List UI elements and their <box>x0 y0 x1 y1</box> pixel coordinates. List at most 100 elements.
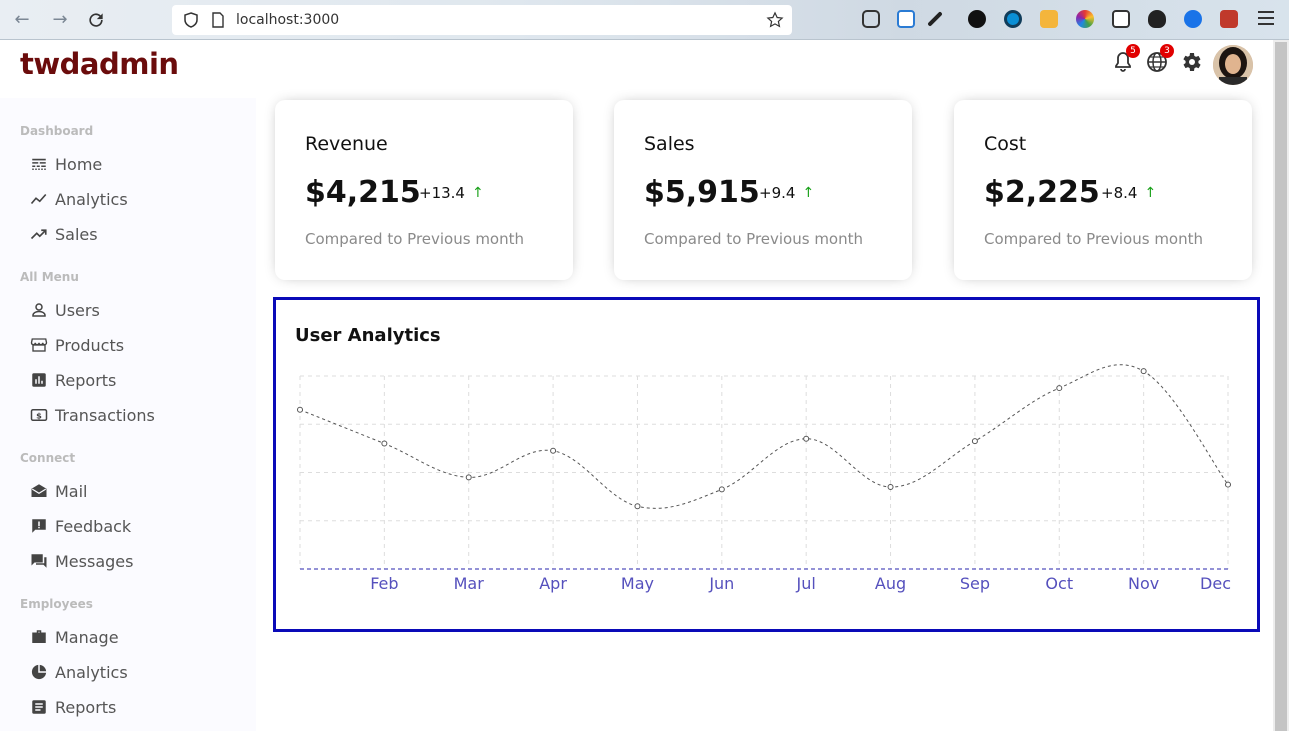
play-extension-icon[interactable] <box>1184 10 1202 28</box>
app-logo[interactable]: twdadmin <box>20 47 179 81</box>
cost-card: Cost $2,225 +8.4 ↑ Compared to Previous … <box>954 100 1252 280</box>
settings-button[interactable] <box>1179 50 1203 74</box>
report-icon <box>32 700 46 714</box>
sidebar-item-mail[interactable]: Mail <box>30 478 88 504</box>
sidebar-section-dashboard: Dashboard <box>20 124 94 138</box>
data-point <box>634 503 641 510</box>
gnome-icon[interactable] <box>1148 10 1166 28</box>
language-button[interactable]: 3 <box>1145 44 1174 74</box>
sidebar-item-products[interactable]: Products <box>30 332 124 358</box>
x-tick-label: May <box>621 574 654 593</box>
red-extension-icon[interactable] <box>1220 10 1238 28</box>
data-point <box>1140 368 1147 375</box>
feedback-icon <box>32 519 46 533</box>
pie-chart-icon <box>31 664 47 680</box>
sidebar-section-employees: Employees <box>20 597 93 611</box>
wrench-icon[interactable] <box>927 11 943 27</box>
sidebar-item-users[interactable]: Users <box>30 297 100 323</box>
series-line <box>299 364 1229 509</box>
page-scrollbar[interactable] <box>1273 40 1289 731</box>
card-rate: +9.4 ↑ <box>759 184 814 202</box>
line-style-icon <box>32 158 46 170</box>
arrow-up-icon: ↑ <box>1144 185 1157 201</box>
notes-icon[interactable] <box>1112 10 1130 28</box>
sidebar-item-employee-reports[interactable]: Reports <box>30 694 116 720</box>
sidebar-item-label: Messages <box>55 551 134 571</box>
x-tick-label: Feb <box>370 574 398 593</box>
scrollbar-thumb[interactable] <box>1275 42 1287 731</box>
sidebar-item-messages[interactable]: Messages <box>30 548 133 574</box>
trending-up-icon <box>30 229 47 240</box>
card-amount: $2,225 <box>984 175 1100 210</box>
sidebar-item-label: Users <box>55 300 100 320</box>
card-rate-value: +8.4 <box>1101 184 1138 202</box>
svg-text:$: $ <box>36 410 42 420</box>
download-icon[interactable] <box>897 10 915 28</box>
sidebar-item-label: Feedback <box>55 516 132 536</box>
reload-icon[interactable] <box>86 10 106 30</box>
revenue-card: Revenue $4,215 +13.4 ↑ Compared to Previ… <box>275 100 573 280</box>
globe-extension-icon[interactable] <box>1004 10 1022 28</box>
timeline-icon <box>30 193 47 205</box>
sidebar-item-reports[interactable]: Reports <box>30 367 116 393</box>
avatar-image <box>1213 45 1253 85</box>
sidebar-item-employee-analytics[interactable]: Analytics <box>30 659 128 685</box>
x-tick-label: Jul <box>796 574 816 593</box>
pocket-icon[interactable] <box>862 10 880 28</box>
monitor-extension-icon[interactable] <box>1040 10 1058 28</box>
color-wheel-icon[interactable] <box>1076 10 1094 28</box>
browser-toolbar: ← → localhost:3000 <box>0 0 1289 40</box>
sidebar-item-label: Analytics <box>55 662 128 682</box>
arrow-up-icon: ↑ <box>802 185 815 201</box>
page-icon <box>212 12 224 28</box>
card-amount: $4,215 <box>305 175 421 210</box>
forward-arrow-icon[interactable]: → <box>50 10 70 30</box>
card-title: Cost <box>984 133 1027 155</box>
hamburger-menu-icon[interactable] <box>1258 11 1274 25</box>
card-title: Revenue <box>305 133 388 155</box>
card-rate-value: +13.4 <box>419 184 465 202</box>
notification-badge: 5 <box>1126 44 1140 58</box>
bookmark-star-icon[interactable] <box>766 11 784 29</box>
card-title: Sales <box>644 133 695 155</box>
work-icon <box>32 630 46 643</box>
sidebar-item-label: Transactions <box>55 405 155 425</box>
back-arrow-icon[interactable]: ← <box>12 10 32 30</box>
card-subtitle: Compared to Previous month <box>644 230 864 248</box>
data-point <box>718 486 725 493</box>
data-point <box>1056 385 1063 392</box>
notifications-button[interactable]: 5 <box>1111 44 1140 74</box>
data-point <box>465 474 472 481</box>
storefront-icon <box>30 338 48 352</box>
sidebar-item-manage[interactable]: Manage <box>30 624 119 650</box>
sidebar-section-all-menu: All Menu <box>20 270 79 284</box>
sidebar-item-home[interactable]: Home <box>30 151 102 177</box>
sidebar-item-label: Reports <box>55 370 117 390</box>
x-tick-label: Dec <box>1200 574 1231 593</box>
data-point <box>803 435 810 442</box>
mail-icon <box>31 484 47 497</box>
sales-card: Sales $5,915 +9.4 ↑ Compared to Previous… <box>614 100 912 280</box>
data-point <box>550 447 557 454</box>
line-chart: Feb Mar Apr May Jun Jul Aug Sep Oct Nov Dec <box>297 364 1231 593</box>
twd-extension-icon[interactable] <box>968 10 986 28</box>
sidebar-item-analytics[interactable]: Analytics <box>30 186 128 212</box>
address-bar[interactable]: localhost:3000 <box>172 5 792 35</box>
shield-icon <box>184 12 198 28</box>
card-subtitle: Compared to Previous month <box>984 230 1204 248</box>
x-tick-label: Aug <box>875 574 906 593</box>
bar-chart-icon <box>32 373 46 387</box>
card-subtitle: Compared to Previous month <box>305 230 525 248</box>
card-rate: +8.4 ↑ <box>1101 184 1156 202</box>
sidebar-item-sales[interactable]: Sales <box>30 221 98 247</box>
sidebar-item-feedback[interactable]: Feedback <box>30 513 131 539</box>
data-point <box>1225 481 1231 488</box>
chat-icon <box>31 554 47 568</box>
card-rate-value: +9.4 <box>759 184 796 202</box>
card-amount: $5,915 <box>644 175 760 210</box>
person-icon <box>32 303 46 317</box>
sidebar-item-label: Products <box>55 335 125 355</box>
sidebar-item-transactions[interactable]: $ Transactions <box>30 402 155 428</box>
avatar[interactable] <box>1213 45 1253 85</box>
language-badge: 3 <box>1160 44 1174 58</box>
